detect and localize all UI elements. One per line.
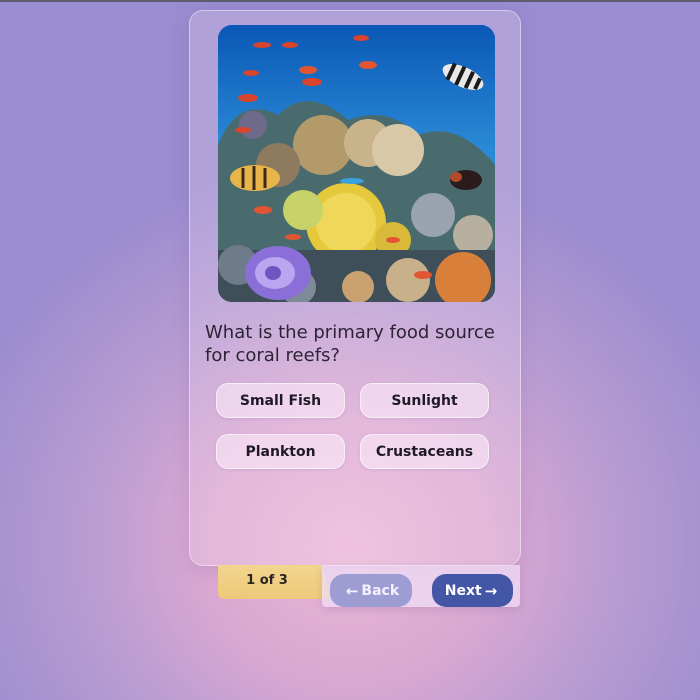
answer-option-plankton[interactable]: Plankton — [216, 434, 345, 469]
next-button[interactable]: Next → — [432, 574, 513, 607]
answer-option-small-fish[interactable]: Small Fish — [216, 383, 345, 418]
back-button[interactable]: ← Back — [330, 574, 412, 607]
question-text: What is the primary food source for cora… — [205, 322, 495, 366]
arrow-left-icon: ← — [345, 581, 359, 600]
answer-option-sunlight[interactable]: Sunlight — [360, 383, 489, 418]
arrow-right-icon: → — [484, 581, 498, 600]
question-counter-label: 1 of 3 — [246, 573, 288, 588]
coral-reef-illustration — [218, 25, 495, 302]
quiz-card: What is the primary food source for cora… — [189, 10, 521, 566]
window-top-edge — [0, 0, 700, 2]
answer-option-crustaceans[interactable]: Crustaceans — [360, 434, 489, 469]
question-counter: 1 of 3 — [218, 565, 330, 599]
coral-reef-image — [218, 25, 495, 302]
answer-options: Small Fish Sunlight Plankton Crustaceans — [216, 383, 490, 469]
back-button-label: Back — [361, 582, 400, 599]
next-button-label: Next — [444, 582, 482, 599]
navigation-bar: ← Back Next → — [322, 565, 520, 607]
